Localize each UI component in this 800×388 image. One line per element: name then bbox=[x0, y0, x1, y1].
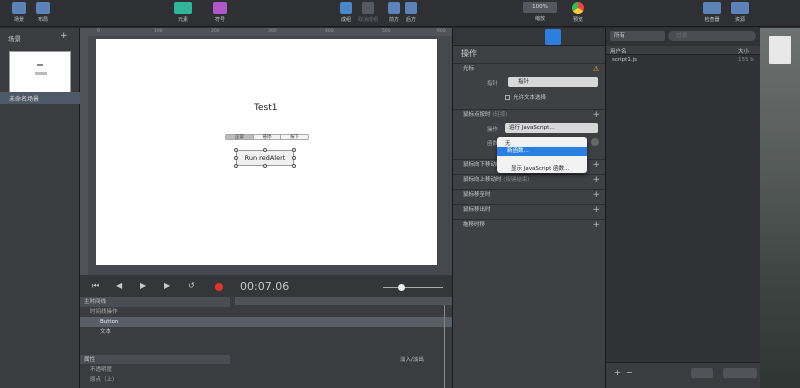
step-forward-icon[interactable]: ▶ bbox=[164, 281, 170, 290]
menu-item-new-function[interactable]: 新函数... bbox=[497, 147, 587, 156]
button-state-selector[interactable]: 正常 悬停 按下 bbox=[225, 134, 309, 140]
remove-resource-button[interactable]: − bbox=[626, 368, 633, 377]
cursor-select[interactable]: 指针 bbox=[508, 77, 598, 87]
library-toggle-button[interactable]: 资源 bbox=[731, 2, 749, 23]
inspector-icon bbox=[703, 2, 721, 14]
inspector-panel: 操作 光标 ⚠ 指针 指针 允许文本选择 鼠标点按时 (轻按) + 操作 运行 J… bbox=[452, 28, 606, 388]
stage-canvas[interactable]: Test1 正常 悬停 按下 Run redAlert bbox=[96, 39, 437, 265]
record-button[interactable] bbox=[215, 283, 223, 291]
drag-section: 拖移时移 + bbox=[453, 219, 606, 230]
on-click-section: 鼠标点按时 (轻按) + bbox=[453, 109, 606, 120]
play-icon[interactable]: ▶ bbox=[140, 281, 146, 290]
cursor-section: 光标 bbox=[453, 63, 606, 74]
thumb-title-mark bbox=[37, 64, 43, 66]
send-back-button[interactable]: 后方 bbox=[405, 2, 417, 23]
hype-app-window: 场景 布局 元素 符号 成组 取消成组 前方 后方 100% 缩放 预览 检查器… bbox=[0, 0, 800, 388]
thumb-button-mark bbox=[35, 72, 47, 75]
ungroup-button[interactable]: 取消成组 bbox=[358, 2, 378, 23]
library-footer: + − bbox=[606, 362, 761, 388]
vertical-ruler bbox=[80, 36, 88, 275]
layout-toggle-button[interactable]: 布局 bbox=[36, 2, 50, 23]
zoom-field[interactable]: 100% bbox=[523, 2, 557, 13]
desktop-background bbox=[760, 28, 800, 388]
state-pressed-tab[interactable]: 按下 bbox=[280, 135, 308, 140]
menu-item-none[interactable]: 无 bbox=[499, 139, 511, 147]
prop-row-origin[interactable]: 原点（上） bbox=[80, 375, 452, 385]
timeline-zoom-slider[interactable] bbox=[383, 287, 443, 288]
properties-header[interactable]: 属性 bbox=[80, 355, 452, 365]
inspector-title: 操作 bbox=[461, 49, 477, 58]
ungroup-icon bbox=[362, 2, 374, 14]
playhead[interactable] bbox=[444, 305, 445, 388]
stage-title-text[interactable]: Test1 bbox=[254, 103, 277, 113]
action-select[interactable]: 运行 JavaScript... bbox=[505, 123, 598, 133]
add-click-action[interactable]: + bbox=[592, 110, 600, 120]
element-icon bbox=[174, 2, 192, 14]
remove-action-button[interactable] bbox=[591, 138, 599, 146]
library-search-input[interactable] bbox=[668, 31, 756, 41]
go-start-icon[interactable]: ⏮ bbox=[92, 281, 99, 291]
state-hover-tab[interactable]: 悬停 bbox=[252, 135, 281, 140]
mouse-enter-section: 鼠标移至时 + bbox=[453, 189, 606, 200]
scene-list-panel: 场景 + 未命名场景 bbox=[0, 28, 80, 388]
loop-icon[interactable]: ↺ bbox=[188, 281, 195, 290]
column-header-name[interactable]: 用户名 bbox=[610, 47, 627, 55]
preview-button[interactable]: 预览 bbox=[572, 2, 584, 23]
horizontal-ruler: 0 100 200 300 400 500 600 bbox=[80, 28, 452, 36]
bring-front-icon bbox=[388, 2, 400, 14]
timeline-panel: ⏮ ◀ ▶ ▶ ↺ 00:07.06 主时间线 时间线操作 Button 文本 … bbox=[80, 275, 452, 388]
checkbox-box[interactable] bbox=[505, 94, 510, 100]
symbol-icon bbox=[213, 2, 227, 14]
scene-panel-title: 场景 bbox=[8, 35, 21, 43]
state-normal-tab[interactable]: 正常 bbox=[226, 135, 253, 140]
add-resource-button[interactable]: + bbox=[614, 368, 621, 377]
library-icon bbox=[731, 2, 749, 14]
function-dropdown-menu: 无 新函数... 显示 JavaScript 函数... bbox=[497, 137, 587, 173]
mouse-exit-section: 鼠标移出时 + bbox=[453, 204, 606, 215]
scene-icon bbox=[12, 2, 26, 14]
timeline-zoom-thumb[interactable] bbox=[398, 284, 405, 291]
mouse-up-section: 鼠标向上移动时 (按键结束) + bbox=[453, 174, 606, 185]
element-menu-button[interactable]: 元素 bbox=[174, 2, 192, 23]
edit-resource-button[interactable] bbox=[723, 368, 757, 378]
main-toolbar: 场景 布局 元素 符号 成组 取消成组 前方 后方 100% 缩放 预览 检查器… bbox=[0, 0, 800, 27]
allow-text-select-checkbox[interactable]: 允许文本选择 bbox=[505, 93, 546, 101]
inspector-toggle-button[interactable]: 检查器 bbox=[703, 2, 721, 23]
send-back-icon bbox=[405, 2, 417, 14]
group-button[interactable]: 成组 bbox=[340, 2, 352, 23]
add-scene-button[interactable]: + bbox=[60, 31, 68, 41]
timeline-ruler[interactable] bbox=[235, 297, 452, 305]
preview-resource-button[interactable] bbox=[691, 368, 713, 378]
resource-filter-select[interactable]: 所有 bbox=[610, 31, 665, 41]
zoom-control[interactable]: 100% 缩放 bbox=[523, 2, 557, 22]
layer-row-button[interactable]: Button bbox=[80, 317, 452, 327]
library-panel: 所有 用户名 大小 script1.js 155 b + − bbox=[605, 28, 761, 388]
step-back-icon[interactable]: ◀ bbox=[116, 281, 122, 290]
menu-item-show-js-functions[interactable]: 显示 JavaScript 函数... bbox=[511, 164, 569, 172]
scene-toggle-button[interactable]: 场景 bbox=[12, 2, 26, 23]
scene-thumbnail[interactable] bbox=[9, 51, 71, 93]
group-icon bbox=[340, 2, 352, 14]
prop-row-opacity[interactable]: 不透明度 bbox=[80, 365, 452, 375]
warning-icon: ⚠ bbox=[593, 65, 600, 73]
actions-tab[interactable] bbox=[545, 29, 561, 45]
layer-row-text[interactable]: 文本 bbox=[80, 327, 452, 337]
chrome-icon bbox=[572, 2, 584, 14]
timeline-actions-row[interactable]: 时间线操作 bbox=[80, 307, 452, 317]
column-header-size[interactable]: 大小 bbox=[738, 47, 749, 55]
inspector-tabs bbox=[453, 28, 606, 46]
timecode[interactable]: 00:07.06 bbox=[240, 280, 289, 293]
symbol-menu-button[interactable]: 符号 bbox=[213, 2, 227, 23]
easing-label[interactable]: 淡入/淡出 bbox=[400, 355, 424, 363]
scene-name[interactable]: 未命名场景 bbox=[9, 94, 39, 103]
file-row-script1[interactable]: script1.js bbox=[612, 57, 637, 63]
file-icon[interactable] bbox=[769, 36, 791, 64]
layout-icon bbox=[36, 2, 50, 14]
bring-front-button[interactable]: 前方 bbox=[388, 2, 400, 23]
